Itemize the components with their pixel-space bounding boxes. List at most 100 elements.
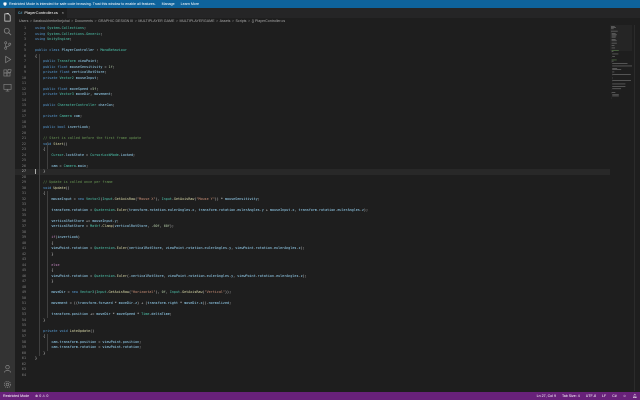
feedback-icon[interactable]: ☺ bbox=[623, 394, 627, 398]
punctuation-token: } bbox=[35, 251, 54, 256]
identifier-token: right bbox=[167, 301, 178, 305]
code-line[interactable]: cam.transform.rotation = viewPoint.rotat… bbox=[35, 345, 141, 351]
keyword-token: float bbox=[57, 86, 68, 91]
language-mode[interactable]: C# bbox=[612, 394, 617, 398]
text-cursor bbox=[35, 169, 36, 175]
code-line[interactable]: moveDir = new Vector3(Input.GetAxisRaw("… bbox=[35, 290, 231, 296]
code-line[interactable]: viewPoint.rotation = Quaternion.Euler(ve… bbox=[35, 246, 304, 252]
cursor-position[interactable]: Ln 27, Col 9 bbox=[537, 394, 556, 398]
identifier-token: eulerAngles bbox=[337, 207, 360, 212]
code-line[interactable]: private Camera cam; bbox=[35, 114, 82, 120]
editor-scrollbar[interactable] bbox=[634, 25, 640, 391]
code-editor[interactable]: 1 using System.Collections; 2 using System.… bbox=[15, 25, 610, 391]
breadcrumb-segment[interactable]: GRAPHIC DESIGN III bbox=[98, 19, 133, 23]
remote-explorer-icon[interactable] bbox=[3, 83, 12, 92]
identifier-token: viewPoint bbox=[165, 246, 185, 250]
method-token: Euler bbox=[116, 246, 127, 250]
breadcrumb-segment[interactable]: Assets bbox=[220, 19, 231, 23]
identifier-token: transform bbox=[298, 207, 317, 212]
banner-learn-more-link[interactable]: Learn More bbox=[181, 2, 199, 6]
end-of-line[interactable]: LF bbox=[602, 394, 606, 398]
code-line[interactable]: } bbox=[35, 318, 45, 324]
code-line[interactable]: public bool invertLook; bbox=[35, 125, 90, 131]
code-line[interactable]: verticalRotStore = Mathf.Clamp(verticalR… bbox=[35, 224, 174, 230]
breadcrumb-segment[interactable]: Users bbox=[19, 19, 28, 23]
minimap-line bbox=[611, 51, 614, 52]
indentation[interactable]: Tab Size: 4 bbox=[562, 394, 580, 398]
identifier-token: mouseSensitivity bbox=[69, 64, 103, 69]
identifier-token: invertLook bbox=[67, 125, 89, 129]
source-control-icon[interactable] bbox=[3, 41, 12, 50]
code-line[interactable]: } bbox=[35, 356, 37, 362]
code-line[interactable]: } bbox=[35, 279, 53, 285]
punctuation-token: { bbox=[35, 53, 38, 58]
code-line[interactable]: viewPoint.rotation = Quaternion.Euler(-v… bbox=[35, 274, 306, 280]
files-icon[interactable] bbox=[3, 13, 12, 22]
method-token: GetAxisRaw bbox=[173, 196, 195, 201]
punctuation-token: { bbox=[35, 334, 46, 338]
identifier-token: rotation bbox=[318, 207, 336, 212]
type-token: Vector2 bbox=[86, 196, 101, 201]
breadcrumb-segment[interactable]: Documents bbox=[75, 19, 93, 23]
tab-bar: C# PlayerController.cs × bbox=[15, 8, 640, 18]
encoding[interactable]: UTF-8 bbox=[586, 394, 596, 398]
breadcrumb-separator: > bbox=[29, 19, 32, 23]
indent-guide bbox=[47, 141, 48, 169]
punctuation-token: )) * bbox=[214, 196, 225, 201]
breadcrumb-file[interactable]: {} PlayerController.cs bbox=[252, 19, 286, 23]
keyword-token: private bbox=[43, 70, 58, 74]
close-icon[interactable]: × bbox=[62, 8, 64, 18]
minimap-line bbox=[612, 68, 618, 69]
banner-manage-link[interactable]: Manage bbox=[162, 2, 175, 6]
problems-indicator[interactable]: ⊗ 0 ⚠ 0 bbox=[35, 394, 48, 398]
punctuation-token: () bbox=[65, 185, 70, 190]
notifications-bell-icon[interactable]: 🔔︎ bbox=[632, 394, 637, 398]
code-line[interactable]: mouseInput = new Vector2(Input.GetAxisRa… bbox=[35, 196, 259, 203]
identifier-token: viewPoint bbox=[102, 339, 121, 344]
settings-gear-icon[interactable] bbox=[3, 380, 12, 389]
type-token: Input bbox=[96, 290, 107, 294]
breadcrumb-segment[interactable]: MULTIPLAYERGAME bbox=[179, 19, 214, 23]
type-token: UnityEngine bbox=[47, 37, 70, 41]
code-line[interactable]: public CharacterController charCon; bbox=[35, 103, 114, 109]
breadcrumb-segment[interactable]: ilaraboukherbelbejohal bbox=[34, 19, 70, 23]
code-line[interactable]: movement = ((transform.forward * moveDir… bbox=[35, 301, 231, 307]
keyword-token: public bbox=[43, 86, 56, 91]
tab-player-controller[interactable]: C# PlayerController.cs × bbox=[15, 8, 67, 18]
code-line[interactable]: } bbox=[35, 169, 45, 175]
identifier-token: viewPoint bbox=[235, 246, 254, 250]
search-icon[interactable] bbox=[3, 27, 12, 36]
breadcrumb-segment[interactable]: MULTIPLAYER GAME bbox=[138, 19, 174, 23]
punctuation-token: ; bbox=[96, 75, 99, 80]
type-token: CharacterController bbox=[57, 103, 97, 107]
type-token: MonoBehaviour bbox=[100, 48, 127, 52]
restricted-mode-indicator[interactable]: Restricted Mode bbox=[3, 394, 29, 398]
account-icon[interactable] bbox=[3, 364, 12, 373]
punctuation-token bbox=[35, 345, 51, 349]
run-debug-icon[interactable] bbox=[3, 55, 12, 64]
code-line[interactable]: private Vector3 moveDir, movement; bbox=[35, 92, 112, 98]
type-token: Mathf bbox=[90, 224, 101, 228]
minimap[interactable] bbox=[610, 25, 632, 105]
method-token: LateUpdate bbox=[69, 328, 91, 333]
code-line[interactable]: } bbox=[35, 252, 53, 258]
keyword-token: private bbox=[43, 328, 58, 333]
breadcrumb-segment[interactable]: Scripts bbox=[236, 19, 247, 23]
minimap-line bbox=[611, 50, 619, 51]
code-line[interactable]: Cursor.lockState = CursorLockMode.Locked… bbox=[35, 153, 135, 159]
method-token: GetAxisRaw bbox=[114, 196, 136, 201]
identifier-token: verticalRotStore bbox=[51, 224, 85, 228]
punctuation-token: } bbox=[35, 279, 54, 283]
punctuation-token: ; bbox=[229, 301, 232, 305]
minimap-line bbox=[612, 86, 626, 87]
current-line-highlight bbox=[15, 169, 610, 175]
code-line[interactable]: transform.rotation = Quaternion.Euler(tr… bbox=[35, 208, 368, 214]
identifier-token: eulerAngles bbox=[204, 246, 228, 250]
code-line[interactable]: using UnityEngine; bbox=[35, 37, 72, 43]
extensions-icon[interactable] bbox=[3, 69, 12, 78]
code-line[interactable]: public class PlayerController : MonoBeha… bbox=[35, 48, 127, 54]
code-line[interactable]: private Vector2 mouseInput; bbox=[35, 76, 98, 82]
identifier-token: rotation bbox=[186, 246, 203, 250]
punctuation-token bbox=[35, 263, 51, 267]
code-line[interactable]: transform.position += moveDir * moveSpee… bbox=[35, 312, 172, 318]
